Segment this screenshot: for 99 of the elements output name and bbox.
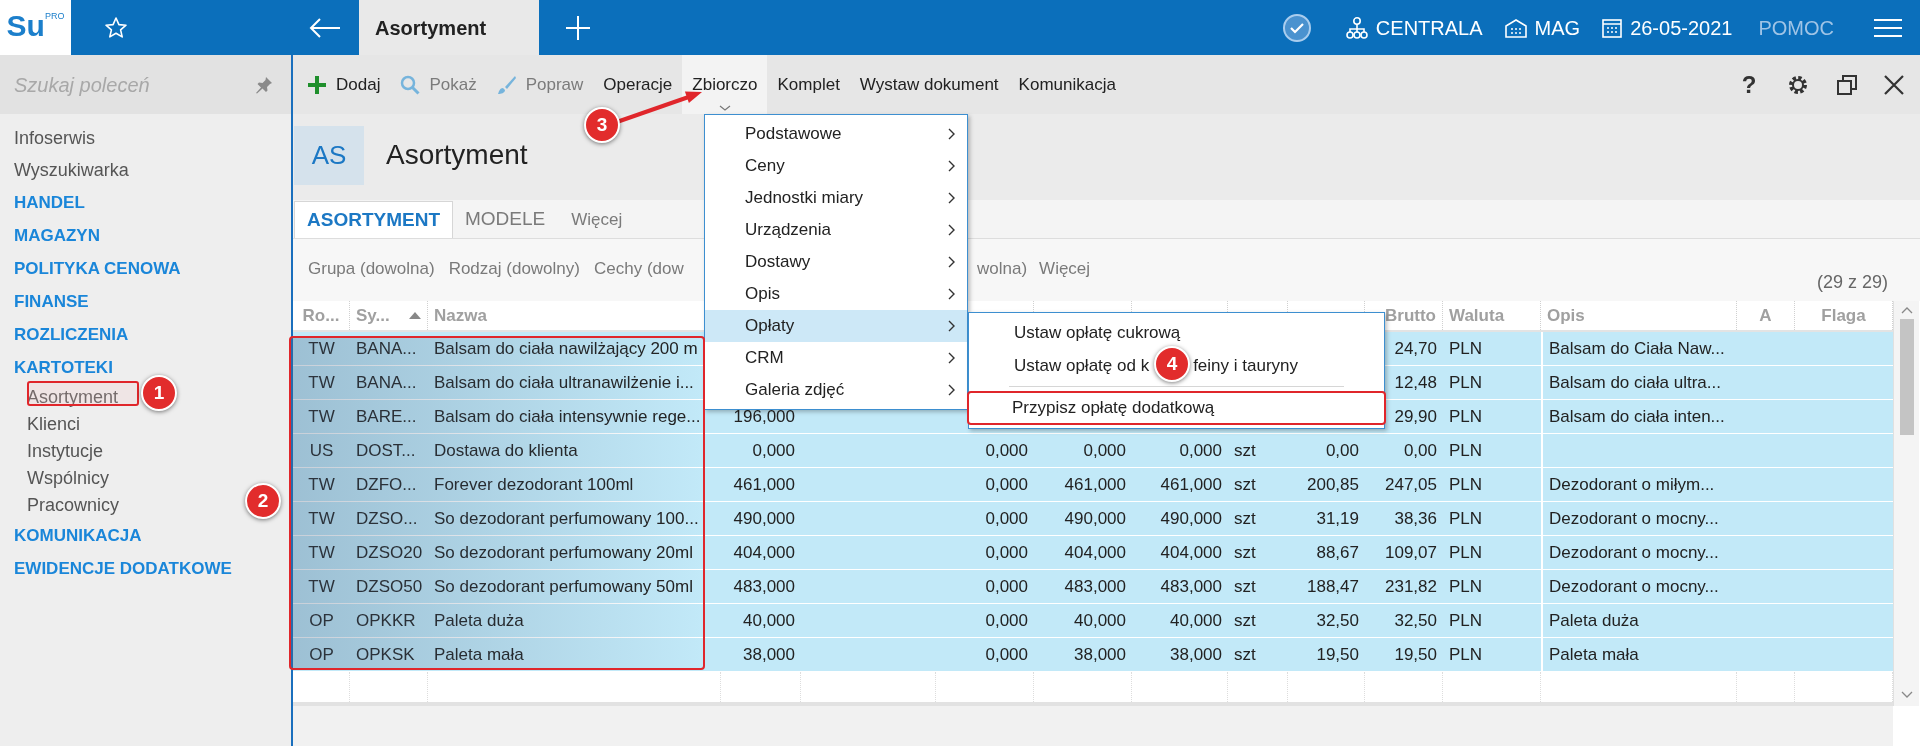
table-cell-text: PLN — [1448, 474, 1484, 496]
table-cell-text: OP — [308, 644, 335, 666]
table-cell-text: 0,000 — [984, 508, 1029, 530]
table-cell-text: PLN — [1448, 440, 1484, 462]
table-cell-text: 461,000 — [1063, 474, 1127, 496]
table-cell-text: PLN — [1448, 406, 1484, 428]
table-cell-text: 88,67 — [1315, 542, 1360, 564]
table-cell-text: PLN — [1448, 372, 1484, 394]
table-cell-text: 461,000 — [732, 474, 796, 496]
table-cell-text: DZSO20 — [355, 542, 424, 564]
table-cell-text: 483,000 — [1063, 576, 1127, 598]
table-cell-text: 0,000 — [984, 644, 1029, 666]
module-badge: AS — [294, 125, 364, 185]
table-cell-text: PLN — [1448, 508, 1484, 530]
table-cell-text: 0,000 — [984, 610, 1029, 632]
table-cell-text: 490,000 — [732, 508, 796, 530]
logo-superscript: PRO — [44, 11, 65, 21]
table-cell-text: 32,50 — [1393, 610, 1438, 632]
table-cell-text: 38,000 — [742, 644, 796, 666]
table-cell-text: BANA... — [355, 372, 418, 394]
table-cell-text: 38,000 — [1073, 644, 1127, 666]
table-cell-text: 19,50 — [1393, 644, 1438, 666]
table-cell-text: 0,00 — [1402, 440, 1438, 462]
table-cell-text: Balsam do ciała ultranawilżenie i... — [433, 372, 695, 394]
table-cell-text: PLN — [1448, 338, 1484, 360]
table-cell-text: US — [308, 440, 335, 462]
table-cell-text: TW — [307, 338, 336, 360]
table-cell-text: DZSO50 — [355, 576, 424, 598]
table-cell-text: 231,82 — [1384, 576, 1438, 598]
table-cell-text: szt — [1233, 542, 1257, 564]
page-title: Asortyment — [386, 138, 528, 172]
table-cell-text: TW — [307, 474, 336, 496]
table-cell-text: PLN — [1448, 576, 1484, 598]
table-cell-text: 0,000 — [984, 474, 1029, 496]
table-cell-text: 483,000 — [732, 576, 796, 598]
table-cell-text: 404,000 — [1159, 542, 1223, 564]
table-cell-text: 38,000 — [1169, 644, 1223, 666]
table-cell-text: 0,000 — [751, 440, 796, 462]
table-cell-text: 200,85 — [1306, 474, 1360, 496]
table-cell-text: OPKKR — [355, 610, 417, 632]
table-cell-text: Balsam do ciała intensywnie rege... — [433, 406, 702, 428]
table-cell-text: TW — [307, 576, 336, 598]
table-cell-text: 40,000 — [742, 610, 796, 632]
table-cell-text: 0,000 — [984, 542, 1029, 564]
table-cell-text: DOST... — [355, 440, 417, 462]
logo: Su — [6, 9, 45, 43]
table-cell-text: Paleta duża — [433, 610, 525, 632]
table-cell-text: TW — [307, 508, 336, 530]
table-cell-text: 0,000 — [984, 440, 1029, 462]
table-cell-text: 24,70 — [1393, 338, 1438, 360]
table-cell-text: 12,48 — [1393, 372, 1438, 394]
table-cell-text: TW — [307, 372, 336, 394]
table-cell-text: 40,000 — [1169, 610, 1223, 632]
table-cell-text: 0,000 — [1178, 440, 1223, 462]
table-cell-text: BANA... — [355, 338, 418, 360]
table-cell-text: PLN — [1448, 610, 1484, 632]
table-cell-text: 19,50 — [1315, 644, 1360, 666]
table-cell-text: 490,000 — [1159, 508, 1223, 530]
table-cell-text: 490,000 — [1063, 508, 1127, 530]
table-cell-text: 196,000 — [732, 406, 796, 428]
table-cell-text: 0,000 — [984, 576, 1029, 598]
table-cell-text: 40,000 — [1073, 610, 1127, 632]
table-cell-text: So dezodorant perfumowany 100... — [433, 508, 700, 530]
table-cell-text: 0,00 — [1324, 440, 1360, 462]
table-cell-text: Paleta mała — [433, 644, 525, 666]
table-cell-text: TW — [307, 406, 336, 428]
table-cell-text: Balsam do ciała nawilżający 200 m — [433, 338, 699, 360]
table-cell-text: szt — [1233, 440, 1257, 462]
table-cell-text: 29,90 — [1393, 406, 1438, 428]
table-cell-text: 31,19 — [1315, 508, 1360, 530]
table-cell-text: 38,36 — [1393, 508, 1438, 530]
table-cell-text: 461,000 — [1159, 474, 1223, 496]
table-cell-text: Dostawa do klienta — [433, 440, 579, 462]
table-cell-text: 0,000 — [1082, 440, 1127, 462]
table-cell-text: szt — [1233, 474, 1257, 496]
table-cell-text: BARE... — [355, 406, 418, 428]
table-cell-text: szt — [1233, 644, 1257, 666]
table-cell-text: 404,000 — [1063, 542, 1127, 564]
table-cell-text: 247,05 — [1384, 474, 1438, 496]
table-cell-text: DZSO... — [355, 508, 419, 530]
table-cell-text: 404,000 — [732, 542, 796, 564]
table-cell-text: 32,50 — [1315, 610, 1360, 632]
table-cell-text: szt — [1233, 576, 1257, 598]
table-cell-text: PLN — [1448, 644, 1484, 666]
table-cell-text: PLN — [1448, 542, 1484, 564]
table-cell-text: OPKSK — [355, 644, 416, 666]
table-cell-text: TW — [307, 542, 336, 564]
table-cell-text: So dezodorant perfumowany 20ml — [433, 542, 694, 564]
table-cell-text: 483,000 — [1159, 576, 1223, 598]
table-cell: Paleta mała — [1541, 638, 1737, 672]
table-cell-text: 188,47 — [1306, 576, 1360, 598]
table-cell-text: szt — [1233, 508, 1257, 530]
record-count: (29 z 29) — [1816, 271, 1889, 294]
table-cell-text: OP — [308, 610, 335, 632]
table-cell-text: DZFO... — [355, 474, 418, 496]
table-cell-text: So dezodorant perfumowany 50ml — [433, 576, 694, 598]
table-cell-text: Forever dezodorant 100ml — [433, 474, 635, 496]
table-cell-text: 109,07 — [1384, 542, 1438, 564]
table-cell-text: szt — [1233, 610, 1257, 632]
